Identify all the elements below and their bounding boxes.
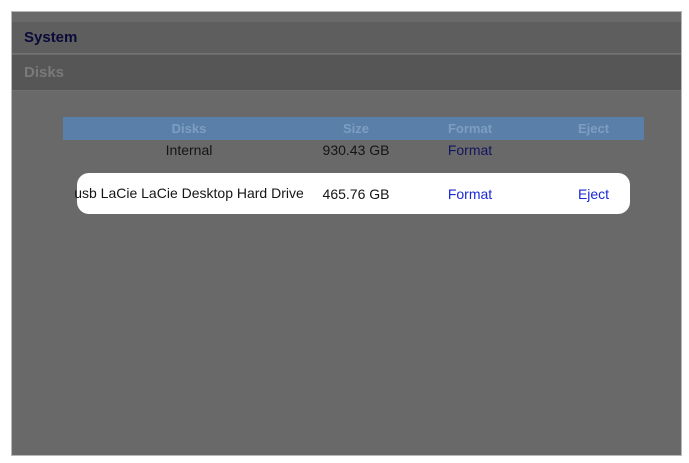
- format-link[interactable]: Format: [448, 142, 492, 158]
- column-header-disks: Disks: [171, 121, 207, 136]
- format-link[interactable]: Format: [448, 186, 492, 202]
- section-title-system: System: [12, 22, 681, 54]
- column-header-format: Format: [447, 121, 493, 136]
- disk-size: 465.76 GB: [322, 185, 390, 202]
- disk-name: Internal: [165, 142, 213, 158]
- disk-name: usb LaCie LaCie Desktop Hard Drive: [74, 185, 304, 201]
- table-row: Internal 930.43 GB Format: [63, 140, 644, 160]
- disk-size: 930.43 GB: [322, 142, 390, 158]
- table-row[interactable]: usb LaCie LaCie Desktop Hard Drive 465.7…: [63, 173, 644, 214]
- table-header: Disks Size Format Eject: [63, 117, 644, 140]
- eject-link[interactable]: Eject: [578, 186, 609, 202]
- column-header-eject: Eject: [577, 121, 610, 136]
- disks-title: Disks: [24, 64, 65, 81]
- disk-settings-panel: System Disks: [11, 11, 682, 456]
- system-title: System: [24, 29, 78, 46]
- subsection-title-disks: Disks: [12, 55, 681, 91]
- disks-table: Disks Size Format Eject Internal 930.43 …: [63, 117, 644, 202]
- column-header-size: Size: [342, 121, 369, 136]
